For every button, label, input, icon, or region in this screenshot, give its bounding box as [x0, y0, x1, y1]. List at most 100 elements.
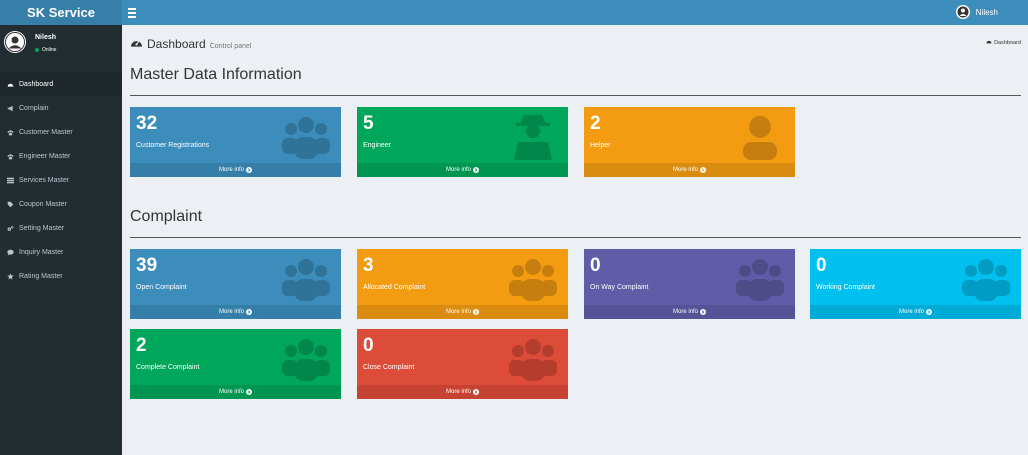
page-title: Dashboard [147, 37, 206, 51]
user-panel: Nilesh Online [0, 25, 122, 69]
user-icon [743, 116, 777, 160]
user-menu[interactable]: Nilesh [955, 5, 998, 19]
more-info-link[interactable]: More info [584, 305, 795, 319]
stat-label: Working Complaint [816, 284, 876, 291]
sidebar-item-label: Services Master [19, 176, 70, 184]
section-divider [130, 237, 1021, 238]
users-icon [7, 129, 14, 136]
sidebar-item-label: Engineer Master [19, 152, 71, 160]
stat-value: 39 [136, 255, 158, 276]
users-icon [962, 259, 1010, 301]
user-status: Online [35, 47, 56, 53]
more-info-link[interactable]: More info [357, 163, 568, 177]
stat-label: On Way Complaint [590, 284, 649, 291]
users-icon [282, 259, 330, 301]
more-info-label: More info [218, 167, 244, 173]
arrow-circle-right-icon [926, 309, 932, 315]
more-info-link[interactable]: More info [130, 385, 341, 399]
sidebar-item-customer-master[interactable]: Customer Master [0, 120, 122, 144]
status-label: Online [42, 47, 57, 53]
helper-box: 2 Helper More info [584, 107, 795, 177]
sidebar-user-name: Nilesh [35, 34, 57, 41]
sidebar-item-label: Rating Master [19, 272, 63, 280]
tag-icon [7, 201, 14, 208]
stat-value: 0 [590, 255, 601, 276]
more-info-label: More info [445, 167, 471, 173]
sidebar-item-complain[interactable]: Complain [0, 96, 122, 120]
more-info-label: More info [218, 389, 244, 395]
sidebar-item-rating-master[interactable]: Rating Master [0, 264, 122, 288]
more-info-link[interactable]: More info [130, 305, 341, 319]
main-content: Dashboard Control panel Dashboard Master… [122, 25, 1028, 455]
page-subtitle: Control panel [209, 43, 252, 50]
arrow-circle-right-icon [473, 389, 479, 395]
stat-value: 0 [363, 335, 374, 356]
more-info-link[interactable]: More info [584, 163, 795, 177]
user-secret-icon [514, 115, 552, 160]
stat-label: Open Complaint [136, 284, 187, 291]
complete-complaint-box: 2 Complete Complaint More info [130, 329, 341, 399]
app-logo[interactable]: SK Service [0, 0, 122, 25]
complaint-section-title: Complaint [130, 208, 203, 225]
more-info-link[interactable]: More info [130, 163, 341, 177]
bullhorn-icon [7, 105, 14, 112]
arrow-circle-right-icon [473, 167, 479, 173]
more-info-link[interactable]: More info [810, 305, 1021, 319]
open-complaint-box: 39 Open Complaint More info [130, 249, 341, 319]
stat-value: 3 [363, 255, 374, 276]
more-info-label: More info [898, 309, 924, 315]
arrow-circle-right-icon [700, 309, 706, 315]
stat-value: 5 [363, 113, 374, 134]
sidebar-item-services-master[interactable]: Services Master [0, 168, 122, 192]
users-icon [282, 339, 330, 381]
stat-label: Allocated Complaint [363, 284, 426, 291]
page-header: Dashboard Control panel [130, 35, 251, 53]
sidebar: Nilesh Online Dashboard Complain Custome… [0, 25, 122, 455]
arrow-circle-right-icon [246, 389, 252, 395]
dashboard-icon [986, 39, 992, 46]
sidebar-item-label: Setting Master [19, 224, 65, 232]
breadcrumb[interactable]: Dashboard [986, 39, 1021, 46]
avatar [4, 31, 26, 53]
on-way-complaint-box: 0 On Way Complaint More info [584, 249, 795, 319]
sidebar-toggle-icon[interactable] [128, 6, 138, 19]
comment-icon [7, 249, 14, 256]
arrow-circle-right-icon [473, 309, 479, 315]
arrow-circle-right-icon [700, 167, 706, 173]
user-name: Nilesh [975, 7, 998, 17]
users-icon [7, 153, 14, 160]
arrow-circle-right-icon [246, 167, 252, 173]
more-info-label: More info [445, 389, 471, 395]
stat-value: 2 [136, 335, 147, 356]
more-info-label: More info [672, 167, 698, 173]
working-complaint-box: 0 Working Complaint More info [810, 249, 1021, 319]
sidebar-item-label: Customer Master [19, 128, 73, 136]
sidebar-item-coupon-master[interactable]: Coupon Master [0, 192, 122, 216]
section-divider [130, 95, 1021, 96]
users-icon [509, 259, 557, 301]
sidebar-item-setting-master[interactable]: Setting Master [0, 216, 122, 240]
stat-value: 0 [816, 255, 827, 276]
stat-label: Complete Complaint [136, 364, 200, 371]
sidebar-item-label: Complain [19, 104, 49, 112]
more-info-link[interactable]: More info [357, 305, 568, 319]
breadcrumb-item[interactable]: Dashboard [994, 40, 1021, 46]
sidebar-item-label: Inquiry Master [19, 248, 64, 256]
stat-label: Helper [590, 142, 611, 149]
more-info-label: More info [445, 309, 471, 315]
star-icon [7, 272, 14, 280]
sidebar-item-label: Coupon Master [19, 200, 67, 208]
sidebar-item-inquiry-master[interactable]: Inquiry Master [0, 240, 122, 264]
sidebar-item-label: Dashboard [19, 80, 54, 88]
sidebar-item-dashboard[interactable]: Dashboard [0, 72, 122, 96]
stat-value: 2 [590, 113, 601, 134]
users-icon [736, 259, 784, 301]
top-navbar: Nilesh [122, 0, 1028, 25]
users-icon [509, 339, 557, 381]
sidebar-item-engineer-master[interactable]: Engineer Master [0, 144, 122, 168]
more-info-link[interactable]: More info [357, 385, 568, 399]
stat-label: Engineer [363, 142, 392, 149]
stat-label: Close Complaint [363, 364, 415, 371]
allocated-complaint-box: 3 Allocated Complaint More info [357, 249, 568, 319]
stat-value: 32 [136, 113, 158, 134]
